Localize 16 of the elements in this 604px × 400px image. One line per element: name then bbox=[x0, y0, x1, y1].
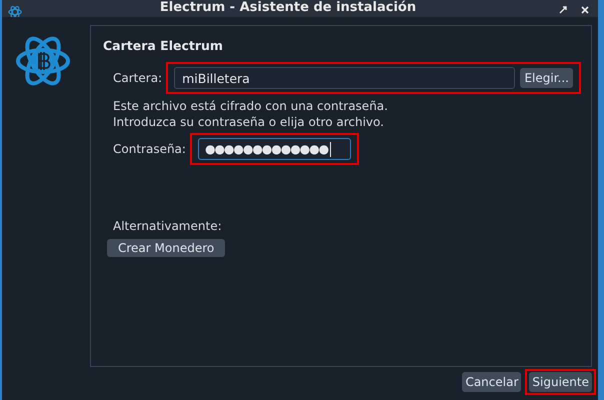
info-text: Introduzca su contraseña o elija otro archivo. bbox=[113, 114, 385, 130]
password-field[interactable]: ●●●●●●●●●●●●● bbox=[198, 138, 351, 160]
dialog-button[interactable]: Cancelar bbox=[462, 372, 522, 392]
create-wallet-button[interactable]: Crear Monedero bbox=[107, 239, 226, 257]
dialog-button[interactable]: Siguiente bbox=[529, 372, 592, 392]
choose-button[interactable]: Elegir... bbox=[520, 68, 573, 88]
info-text: Este archivo está cifrado con una contraseña. bbox=[113, 98, 389, 114]
close-icon[interactable] bbox=[580, 5, 590, 15]
wallet-field[interactable]: miBilletera bbox=[174, 67, 516, 89]
window-title: Electrum - Asistente de instalación bbox=[158, 0, 418, 16]
alternative-label: Alternativamente: bbox=[113, 219, 223, 233]
atom-icon bbox=[8, 5, 22, 17]
maximize-icon[interactable] bbox=[558, 5, 568, 15]
field-label: Contraseña: bbox=[113, 142, 186, 156]
field-label: Cartera: bbox=[113, 71, 162, 85]
panel-title: Cartera Electrum bbox=[103, 38, 224, 54]
